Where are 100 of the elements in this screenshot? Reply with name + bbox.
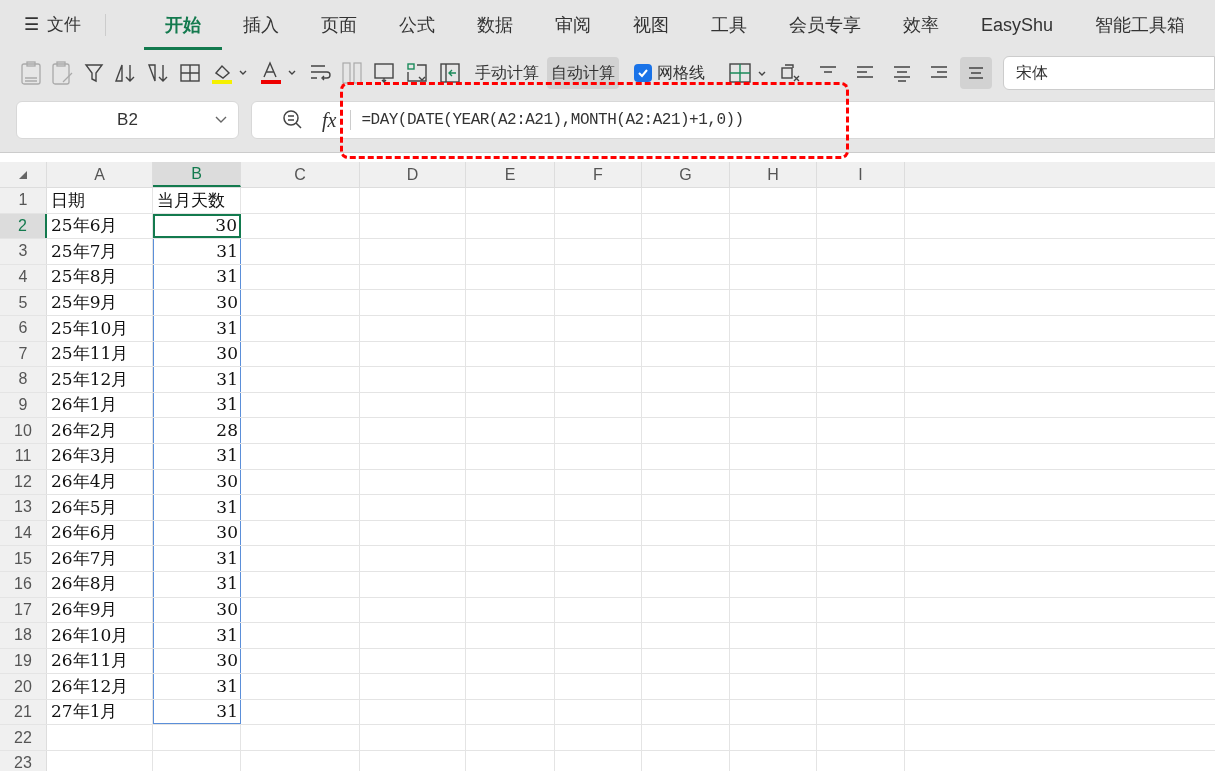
table-cell-text: 30 xyxy=(216,342,239,366)
table-cell-text: 26年8月 xyxy=(50,572,118,596)
column-header[interactable]: I xyxy=(817,162,905,187)
table-cell-text: 26年12月 xyxy=(50,674,129,698)
table-convert-icon[interactable] xyxy=(405,60,429,85)
column-header[interactable]: G xyxy=(642,162,730,187)
table-cell-text: 31 xyxy=(216,572,239,596)
table-cell-text: 31 xyxy=(216,674,239,698)
table-cell-text: 30 xyxy=(216,649,239,673)
file-menu[interactable]: 文件 xyxy=(47,12,81,38)
gridlines-checkbox[interactable] xyxy=(634,63,652,82)
row-header[interactable]: 22 xyxy=(0,725,47,751)
table-cell-text: 25年6月 xyxy=(50,214,118,238)
gridlines-label[interactable]: 网格线 xyxy=(657,60,705,85)
row-header[interactable]: 7 xyxy=(0,341,47,367)
freeze-icon[interactable] xyxy=(438,60,462,85)
table-cell-text: 25年10月 xyxy=(50,316,129,340)
table-cell-text: 26年4月 xyxy=(50,470,118,494)
table-cell-text: 31 xyxy=(216,316,239,340)
menu-icon[interactable]: ☰ xyxy=(24,12,39,38)
ribbon-tab[interactable]: 会员专享 xyxy=(768,0,882,50)
row-header[interactable]: 11 xyxy=(0,443,47,469)
name-box[interactable]: B2 xyxy=(16,100,239,139)
table-cell-text: 26年7月 xyxy=(50,546,118,570)
merge-cells-icon[interactable] xyxy=(341,60,363,85)
row-header[interactable]: 3 xyxy=(0,239,47,264)
table-cell-text: 31 xyxy=(216,444,239,468)
borders-icon[interactable] xyxy=(179,61,201,84)
column-header[interactable]: F xyxy=(555,162,642,187)
table-cell-text: 31 xyxy=(216,699,239,723)
table-cell-text: 30 xyxy=(216,521,239,545)
calculation-button[interactable]: 手动计算 xyxy=(471,56,543,89)
table-cell-text: 31 xyxy=(216,265,239,289)
distributed-align-icon[interactable] xyxy=(960,56,992,89)
table-cell-text: 31 xyxy=(216,239,239,263)
table-cell-text: 26年2月 xyxy=(50,418,118,442)
column-header[interactable]: D xyxy=(360,162,466,187)
table-cell-text: 31 xyxy=(216,393,239,417)
font-name-field[interactable]: 宋体 xyxy=(1003,55,1215,90)
table-cell-text: 26年9月 xyxy=(50,598,118,622)
select-all-icon[interactable] xyxy=(18,169,28,180)
ribbon-tab[interactable]: 公式 xyxy=(378,0,456,50)
row-header[interactable]: 16 xyxy=(0,571,47,597)
table-cell-text: 当月天数 xyxy=(156,188,225,212)
table-cell-text: 25年7月 xyxy=(50,239,118,263)
row-header[interactable]: 10 xyxy=(0,418,47,443)
row-header[interactable]: 18 xyxy=(0,623,47,648)
row-header[interactable]: 12 xyxy=(0,469,47,495)
row-header[interactable]: 15 xyxy=(0,546,47,571)
column-header[interactable]: B xyxy=(153,162,241,187)
row-header[interactable]: 6 xyxy=(0,315,47,341)
row-header[interactable]: 19 xyxy=(0,648,47,674)
sort-descending-icon[interactable] xyxy=(146,61,170,84)
table-cell-text: 26年1月 xyxy=(50,393,118,417)
ribbon-tab[interactable]: 效率 xyxy=(882,0,960,50)
row-header[interactable]: 21 xyxy=(0,699,47,725)
ribbon-tab[interactable]: 工具 xyxy=(690,0,768,50)
zoom-icon[interactable] xyxy=(282,108,304,131)
ribbon-tab[interactable]: 智能工具箱 xyxy=(1074,0,1207,50)
table-cell-text: 25年8月 xyxy=(50,265,118,289)
row-header[interactable]: 14 xyxy=(0,520,47,546)
table-cell-text: 26年6月 xyxy=(50,521,118,545)
table-cell-text: 27年1月 xyxy=(50,700,118,724)
table-cell-text: 30 xyxy=(216,598,239,622)
table-cell-text: 日期 xyxy=(50,188,85,212)
table-cell-text: 31 xyxy=(216,495,239,519)
ribbon-tab[interactable]: 视图 xyxy=(612,0,690,50)
row-header[interactable]: 17 xyxy=(0,597,47,623)
row-header[interactable]: 23 xyxy=(0,751,47,771)
filter-icon[interactable] xyxy=(84,61,104,84)
table-cell-text: 26年10月 xyxy=(50,623,129,647)
table-cell-text: 26年3月 xyxy=(50,444,118,468)
row-header[interactable]: 2 xyxy=(0,213,47,239)
row-header[interactable]: 13 xyxy=(0,495,47,520)
column-header[interactable]: E xyxy=(466,162,555,187)
ribbon-tab[interactable]: 插入 xyxy=(222,0,300,50)
row-header[interactable]: 9 xyxy=(0,392,47,418)
column-header[interactable]: C xyxy=(241,162,360,187)
table-cell-text: 31 xyxy=(216,623,239,647)
row-height-icon[interactable] xyxy=(372,60,396,85)
function-button[interactable]: fx xyxy=(322,104,337,135)
calculation-button[interactable]: 自动计算 xyxy=(547,56,619,89)
row-header[interactable]: 20 xyxy=(0,674,47,699)
ribbon-tab[interactable]: 页面 xyxy=(300,0,378,50)
formula-text[interactable]: =DAY(DATE(YEAR(A2:A21),MONTH(A2:A21)+1,0)) xyxy=(361,107,744,132)
table-cell-text: 26年11月 xyxy=(50,649,129,673)
ribbon-tab[interactable]: EasyShu xyxy=(960,0,1075,50)
column-header[interactable]: H xyxy=(730,162,817,187)
table-cell-text: 28 xyxy=(216,418,239,442)
table-cell-text: 30 xyxy=(216,470,239,494)
table-cell-text: 30 xyxy=(215,214,238,238)
ribbon-tab[interactable]: 数据 xyxy=(456,0,534,50)
table-cell-text: 31 xyxy=(216,546,239,570)
row-header[interactable]: 5 xyxy=(0,290,47,315)
table-cell-text: 25年9月 xyxy=(50,290,118,314)
row-header[interactable]: 4 xyxy=(0,264,47,290)
table-cell-text: 25年12月 xyxy=(50,367,129,391)
ribbon-tab[interactable]: 审阅 xyxy=(534,0,612,50)
row-header[interactable]: 1 xyxy=(0,188,47,213)
row-header[interactable]: 8 xyxy=(0,367,47,392)
